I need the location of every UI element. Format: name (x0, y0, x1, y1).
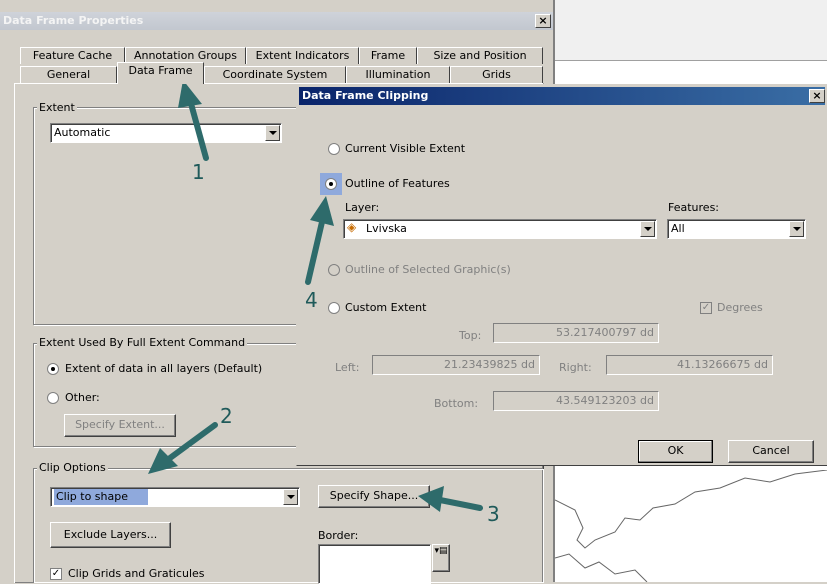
arrow-4-head (310, 196, 334, 226)
arrow-1-head (178, 80, 202, 108)
annotation-number-1: 1 (192, 160, 205, 184)
arrow-3 (437, 497, 483, 511)
arrow-4 (305, 219, 325, 285)
annotation-number-4: 4 (305, 288, 318, 312)
arrow-1 (187, 97, 209, 161)
annotation-number-3: 3 (487, 502, 500, 526)
annotation-arrows (148, 80, 483, 512)
annotation-number-2: 2 (220, 404, 233, 428)
arrow-2 (167, 422, 218, 461)
arrow-3-head (418, 486, 444, 512)
tab-data-frame[interactable]: Data Frame (117, 62, 204, 84)
